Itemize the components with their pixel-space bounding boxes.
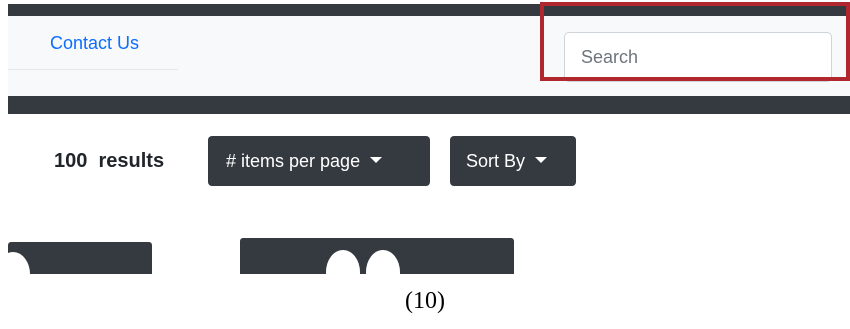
caret-down-icon bbox=[535, 157, 548, 164]
nav-link-contact-us[interactable]: Contact Us bbox=[8, 28, 178, 70]
image-shape bbox=[8, 252, 30, 274]
image-shape bbox=[366, 250, 400, 274]
items-per-page-label: # items per page bbox=[226, 151, 361, 171]
sort-by-dropdown[interactable]: Sort By bbox=[450, 136, 576, 186]
search-highlight-box bbox=[540, 2, 850, 81]
image-shape bbox=[326, 250, 360, 274]
sort-by-label: Sort By bbox=[466, 151, 526, 171]
caret-down-icon bbox=[370, 157, 383, 164]
app-screenshot: Contact Us 100 results # items per page … bbox=[8, 0, 850, 274]
items-per-page-dropdown[interactable]: # items per page bbox=[208, 136, 430, 186]
results-count: 100 results bbox=[54, 150, 165, 172]
figure-caption: (10) bbox=[405, 288, 445, 314]
product-card-image[interactable] bbox=[8, 242, 152, 274]
navbar-bottom-band bbox=[8, 96, 850, 114]
product-card-image[interactable] bbox=[240, 238, 514, 274]
